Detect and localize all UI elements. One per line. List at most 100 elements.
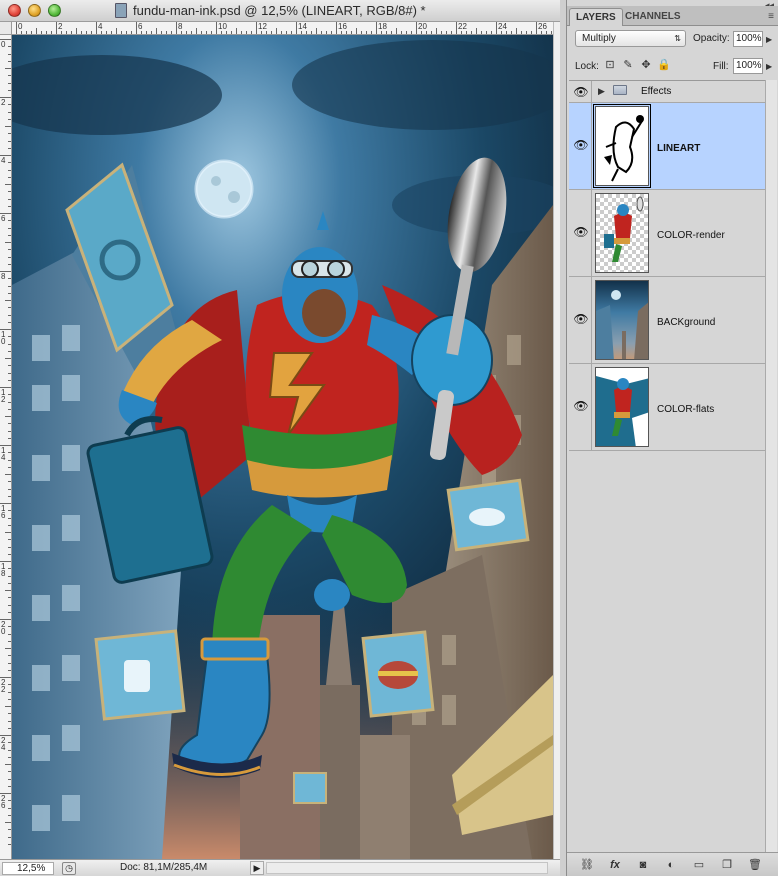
group-folder-icon[interactable]: ▭ [691, 858, 707, 872]
fill-field[interactable]: 100% [733, 58, 763, 74]
ruler-tick [241, 31, 242, 34]
ruler-tick [8, 365, 11, 367]
lock-image-pixels-icon[interactable]: ✎ [621, 58, 635, 72]
visibility-eye-icon[interactable]: 👁 [571, 137, 591, 153]
horizontal-ruler[interactable]: 0 2 4 6 8 10 12 14 16 18 20 22 24 26 [12, 22, 553, 35]
tab-channels[interactable]: CHANNELS [619, 8, 687, 26]
ruler-tick [96, 22, 97, 34]
lock-transparent-pixels-icon[interactable]: ⊡ [603, 58, 617, 72]
trash-icon[interactable]: 🗑 [747, 858, 763, 872]
horizontal-scrollbar[interactable] [266, 862, 548, 874]
ruler-tick [531, 31, 532, 34]
ruler-tick [8, 582, 11, 584]
document-titlebar[interactable]: fundu-man-ink.psd @ 12,5% (LINEART, RGB/… [0, 0, 560, 22]
ruler-tick [8, 720, 11, 722]
layer-row-lineart[interactable]: 👁 LINEART [569, 103, 765, 190]
adjustment-icon[interactable]: ◐ [663, 858, 679, 872]
layer-row-effects[interactable]: 👁 ▶ Effects [569, 81, 765, 103]
ruler-tick [5, 68, 11, 69]
ruler-tick [181, 31, 182, 34]
mask-icon[interactable]: ◙ [635, 858, 651, 872]
ruler-label: 12 [1, 388, 6, 404]
ruler-tick [8, 778, 11, 780]
ruler-tick [8, 75, 11, 77]
ruler-label: 14 [1, 446, 6, 462]
fx-icon[interactable]: fx [607, 858, 623, 872]
layer-row-color-flats[interactable]: 👁 COLOR-flats [569, 364, 765, 451]
vertical-ruler[interactable]: 0 2 4 6 8 10 12 14 16 18 20 22 24 26 [0, 35, 12, 859]
panel-menu-icon[interactable]: ≡ [768, 11, 774, 22]
ruler-tick [396, 28, 397, 34]
ruler-tick [236, 28, 237, 34]
ruler-tick [416, 22, 417, 34]
vertical-scrollbar[interactable] [553, 22, 560, 859]
ruler-tick [61, 31, 62, 34]
ruler-tick [151, 31, 152, 34]
eye-column-divider [591, 103, 592, 189]
ruler-tick [8, 82, 11, 84]
ruler-tick [41, 31, 42, 34]
ruler-tick [8, 191, 11, 193]
zoom-level-field[interactable]: 12,5% [2, 862, 54, 875]
ruler-tick [5, 532, 11, 533]
status-options-icon[interactable]: ◷ [62, 862, 76, 875]
ruler-tick [5, 126, 11, 127]
opacity-field[interactable]: 100% [733, 31, 763, 47]
layers-scrollbar[interactable] [765, 80, 777, 852]
ruler-tick [471, 31, 472, 34]
opacity-slider-arrow-icon[interactable]: ▶ [766, 35, 772, 44]
ruler-label: 8 [1, 272, 6, 281]
artwork-canvas[interactable] [12, 35, 553, 859]
expand-group-arrow-icon[interactable]: ▶ [598, 86, 605, 97]
link-icon[interactable]: ⛓ [579, 858, 595, 872]
eye-column-divider [591, 277, 592, 363]
ruler-tick [8, 633, 11, 635]
zoom-window-button[interactable] [48, 4, 61, 17]
tab-layers[interactable]: LAYERS [569, 8, 623, 26]
ruler-tick [106, 31, 107, 34]
ruler-label: 0 [1, 40, 6, 49]
new-layer-icon[interactable]: ❐ [719, 858, 735, 872]
ruler-tick [8, 742, 11, 744]
ruler-tick [136, 22, 137, 34]
ruler-tick [26, 31, 27, 34]
layer-row-background[interactable]: 👁 BACKground [569, 277, 765, 364]
ruler-tick [8, 176, 11, 178]
layer-row-color-render[interactable]: 👁 COLOR-render [569, 190, 765, 277]
minimize-window-button[interactable] [28, 4, 41, 17]
layer-name: BACKground [657, 317, 716, 328]
ruler-tick [116, 28, 117, 34]
visibility-eye-icon[interactable]: 👁 [571, 311, 591, 327]
blend-mode-select[interactable]: Multiply ⇅ [575, 30, 686, 47]
lock-position-icon[interactable]: ✥ [639, 58, 653, 72]
ruler-tick [191, 31, 192, 34]
ruler-tick [66, 31, 67, 34]
visibility-eye-icon[interactable]: 👁 [571, 224, 591, 240]
ruler-tick [306, 31, 307, 34]
ruler-tick [56, 22, 57, 34]
ruler-tick [326, 31, 327, 34]
fill-label: Fill: [713, 61, 729, 72]
ruler-tick [426, 31, 427, 34]
ruler-tick [441, 31, 442, 34]
visibility-eye-icon[interactable]: 👁 [571, 398, 591, 414]
lock-all-icon[interactable]: 🔒 [657, 58, 671, 72]
ruler-tick [8, 336, 11, 338]
ruler-tick [541, 31, 542, 34]
ruler-tick [21, 31, 22, 34]
psd-file-icon [115, 3, 127, 18]
close-window-button[interactable] [8, 4, 21, 17]
status-menu-arrow-icon[interactable]: ▶ [250, 861, 264, 875]
lineart-thumbnail-graphic [604, 115, 644, 182]
ruler-tick [8, 169, 11, 171]
ruler-tick [401, 31, 402, 34]
lock-label: Lock: [575, 61, 599, 72]
ruler-tick [476, 28, 477, 34]
ruler-tick [8, 459, 11, 461]
ruler-tick [261, 31, 262, 34]
ruler-tick [8, 46, 11, 48]
ruler-tick [8, 343, 11, 345]
ruler-origin[interactable] [0, 22, 12, 35]
fill-slider-arrow-icon[interactable]: ▶ [766, 62, 772, 71]
visibility-eye-icon[interactable]: 👁 [571, 84, 591, 100]
